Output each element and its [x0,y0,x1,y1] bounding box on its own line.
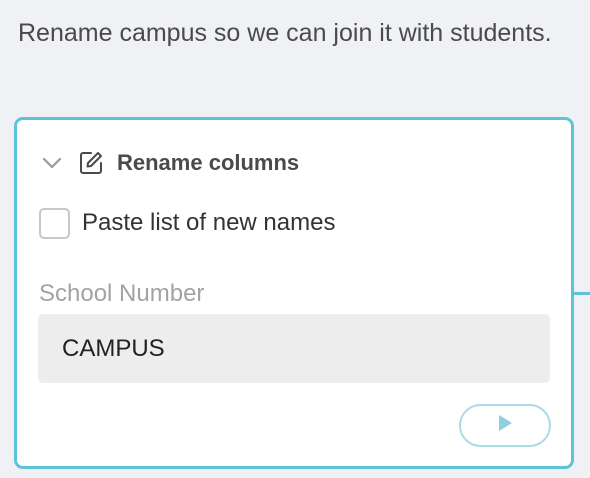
new-column-name-input[interactable] [38,314,550,383]
step-title: Rename columns [117,150,300,175]
edit-icon [77,149,105,177]
chevron-down-icon[interactable] [41,152,63,174]
play-icon [496,414,514,437]
step-connector [572,292,590,295]
paste-list-label: Paste list of new names [82,209,336,236]
run-button[interactable] [459,404,551,447]
paste-list-option[interactable]: Paste list of new names [39,206,335,240]
rename-columns-step: Rename columns Paste list of new names S… [14,117,574,469]
paste-list-checkbox[interactable] [39,207,70,239]
instruction-text: Rename campus so we can join it with stu… [18,19,552,47]
column-name-label: School Number [39,280,205,307]
step-header[interactable]: Rename columns [41,146,299,180]
